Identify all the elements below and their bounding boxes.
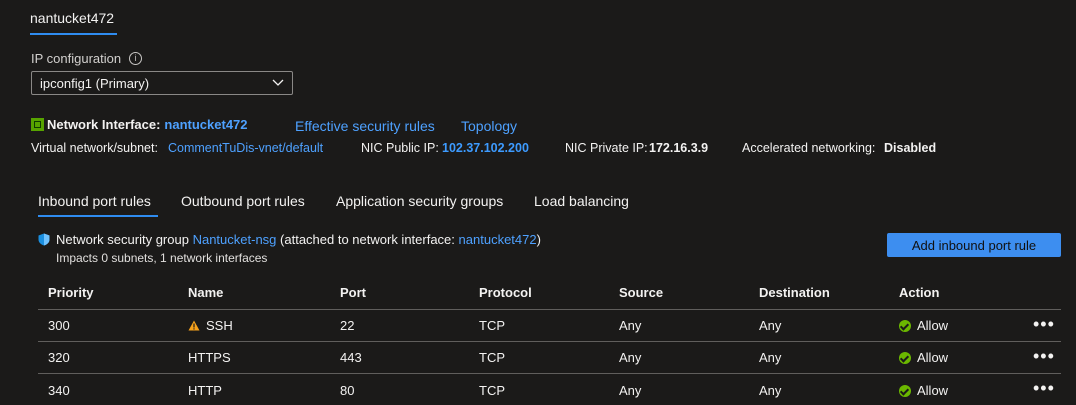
network-interface-title: Network Interface: <box>47 117 161 132</box>
name-cell: HTTP <box>188 383 222 398</box>
nsg-impacts: Impacts 0 subnets, 1 network interfaces <box>56 251 268 265</box>
ip-configuration-select[interactable]: ipconfig1 (Primary) <box>31 71 293 95</box>
port-cell: 443 <box>340 350 362 365</box>
source-cell: Any <box>619 350 642 365</box>
nsg-suffix: ) <box>536 232 541 247</box>
destination-cell: Any <box>759 350 782 365</box>
column-source[interactable]: Source <box>619 285 663 300</box>
priority-cell: 320 <box>48 350 70 365</box>
ip-configuration-label: IP configuration i <box>31 51 143 66</box>
source-cell: Any <box>619 383 642 398</box>
port-cell: 22 <box>340 318 355 333</box>
port-cell: 80 <box>340 383 355 398</box>
tab-inbound-port-rules[interactable]: Inbound port rules <box>38 193 151 209</box>
check-circle-icon <box>899 320 911 332</box>
action-cell: Allow <box>899 350 948 365</box>
divider <box>38 309 1061 310</box>
ip-configuration-text: IP configuration <box>31 51 122 66</box>
source-cell: Any <box>619 318 642 333</box>
nsg-info: Network security group Nantucket-nsg (at… <box>38 232 541 247</box>
column-port[interactable]: Port <box>340 285 366 300</box>
destination-cell: Any <box>759 318 782 333</box>
column-protocol[interactable]: Protocol <box>479 285 532 300</box>
warning-icon <box>188 320 200 331</box>
vnet-link[interactable]: CommentTuDis-vnet/default <box>168 141 323 155</box>
topology-link[interactable]: Topology <box>461 118 517 134</box>
public-ip-link[interactable]: 102.37.102.200 <box>442 141 529 155</box>
tab-load-balancing[interactable]: Load balancing <box>534 193 629 209</box>
column-name[interactable]: Name <box>188 285 223 300</box>
destination-cell: Any <box>759 383 782 398</box>
divider <box>38 373 1061 374</box>
shield-icon <box>38 233 50 246</box>
name-cell: HTTPS <box>188 350 231 365</box>
active-tab-underline <box>38 215 158 217</box>
more-options-button[interactable]: ••• <box>1033 347 1055 365</box>
more-options-button[interactable]: ••• <box>1033 379 1055 397</box>
tab-underline <box>30 33 117 35</box>
add-inbound-port-rule-button[interactable]: Add inbound port rule <box>887 233 1061 257</box>
protocol-cell: TCP <box>479 383 505 398</box>
column-priority[interactable]: Priority <box>48 285 94 300</box>
check-circle-icon <box>899 385 911 397</box>
info-icon[interactable]: i <box>129 52 143 65</box>
protocol-cell: TCP <box>479 350 505 365</box>
more-options-button[interactable]: ••• <box>1033 315 1055 333</box>
network-interface-link[interactable]: nantucket472 <box>164 117 247 132</box>
check-circle-icon <box>899 352 911 364</box>
public-ip-label: NIC Public IP: <box>361 141 439 155</box>
tab-outbound-port-rules[interactable]: Outbound port rules <box>181 193 305 209</box>
divider <box>38 341 1061 342</box>
accelerated-networking-label: Accelerated networking: <box>742 141 876 155</box>
priority-cell: 300 <box>48 318 70 333</box>
rule-name: SSH <box>206 318 233 333</box>
action-cell: Allow <box>899 383 948 398</box>
network-interface-header: Network Interface: nantucket472 <box>31 117 248 132</box>
column-destination[interactable]: Destination <box>759 285 830 300</box>
column-action[interactable]: Action <box>899 285 939 300</box>
action-label: Allow <box>917 350 949 365</box>
private-ip-label: NIC Private IP: <box>565 141 648 155</box>
nsg-middle: (attached to network interface: <box>280 232 455 247</box>
action-cell: Allow <box>899 318 948 333</box>
private-ip-value: 172.16.3.9 <box>649 141 709 155</box>
ip-configuration-value: ipconfig1 (Primary) <box>40 75 150 91</box>
accelerated-networking-value: Disabled <box>884 141 937 155</box>
effective-security-rules-link[interactable]: Effective security rules <box>295 118 435 134</box>
priority-cell: 340 <box>48 383 70 398</box>
protocol-cell: TCP <box>479 318 505 333</box>
nsg-prefix: Network security group <box>56 232 189 247</box>
vnet-label: Virtual network/subnet: <box>31 141 158 155</box>
nsg-nic-link[interactable]: nantucket472 <box>459 232 537 247</box>
action-label: Allow <box>917 383 949 398</box>
chevron-down-icon <box>272 79 284 86</box>
tab-application-security-groups[interactable]: Application security groups <box>336 193 503 209</box>
name-cell: SSH <box>188 318 233 333</box>
tab-nic-name[interactable]: nantucket472 <box>30 10 114 26</box>
network-interface-icon <box>31 118 44 131</box>
nsg-link[interactable]: Nantucket-nsg <box>193 232 277 247</box>
action-label: Allow <box>917 318 949 333</box>
